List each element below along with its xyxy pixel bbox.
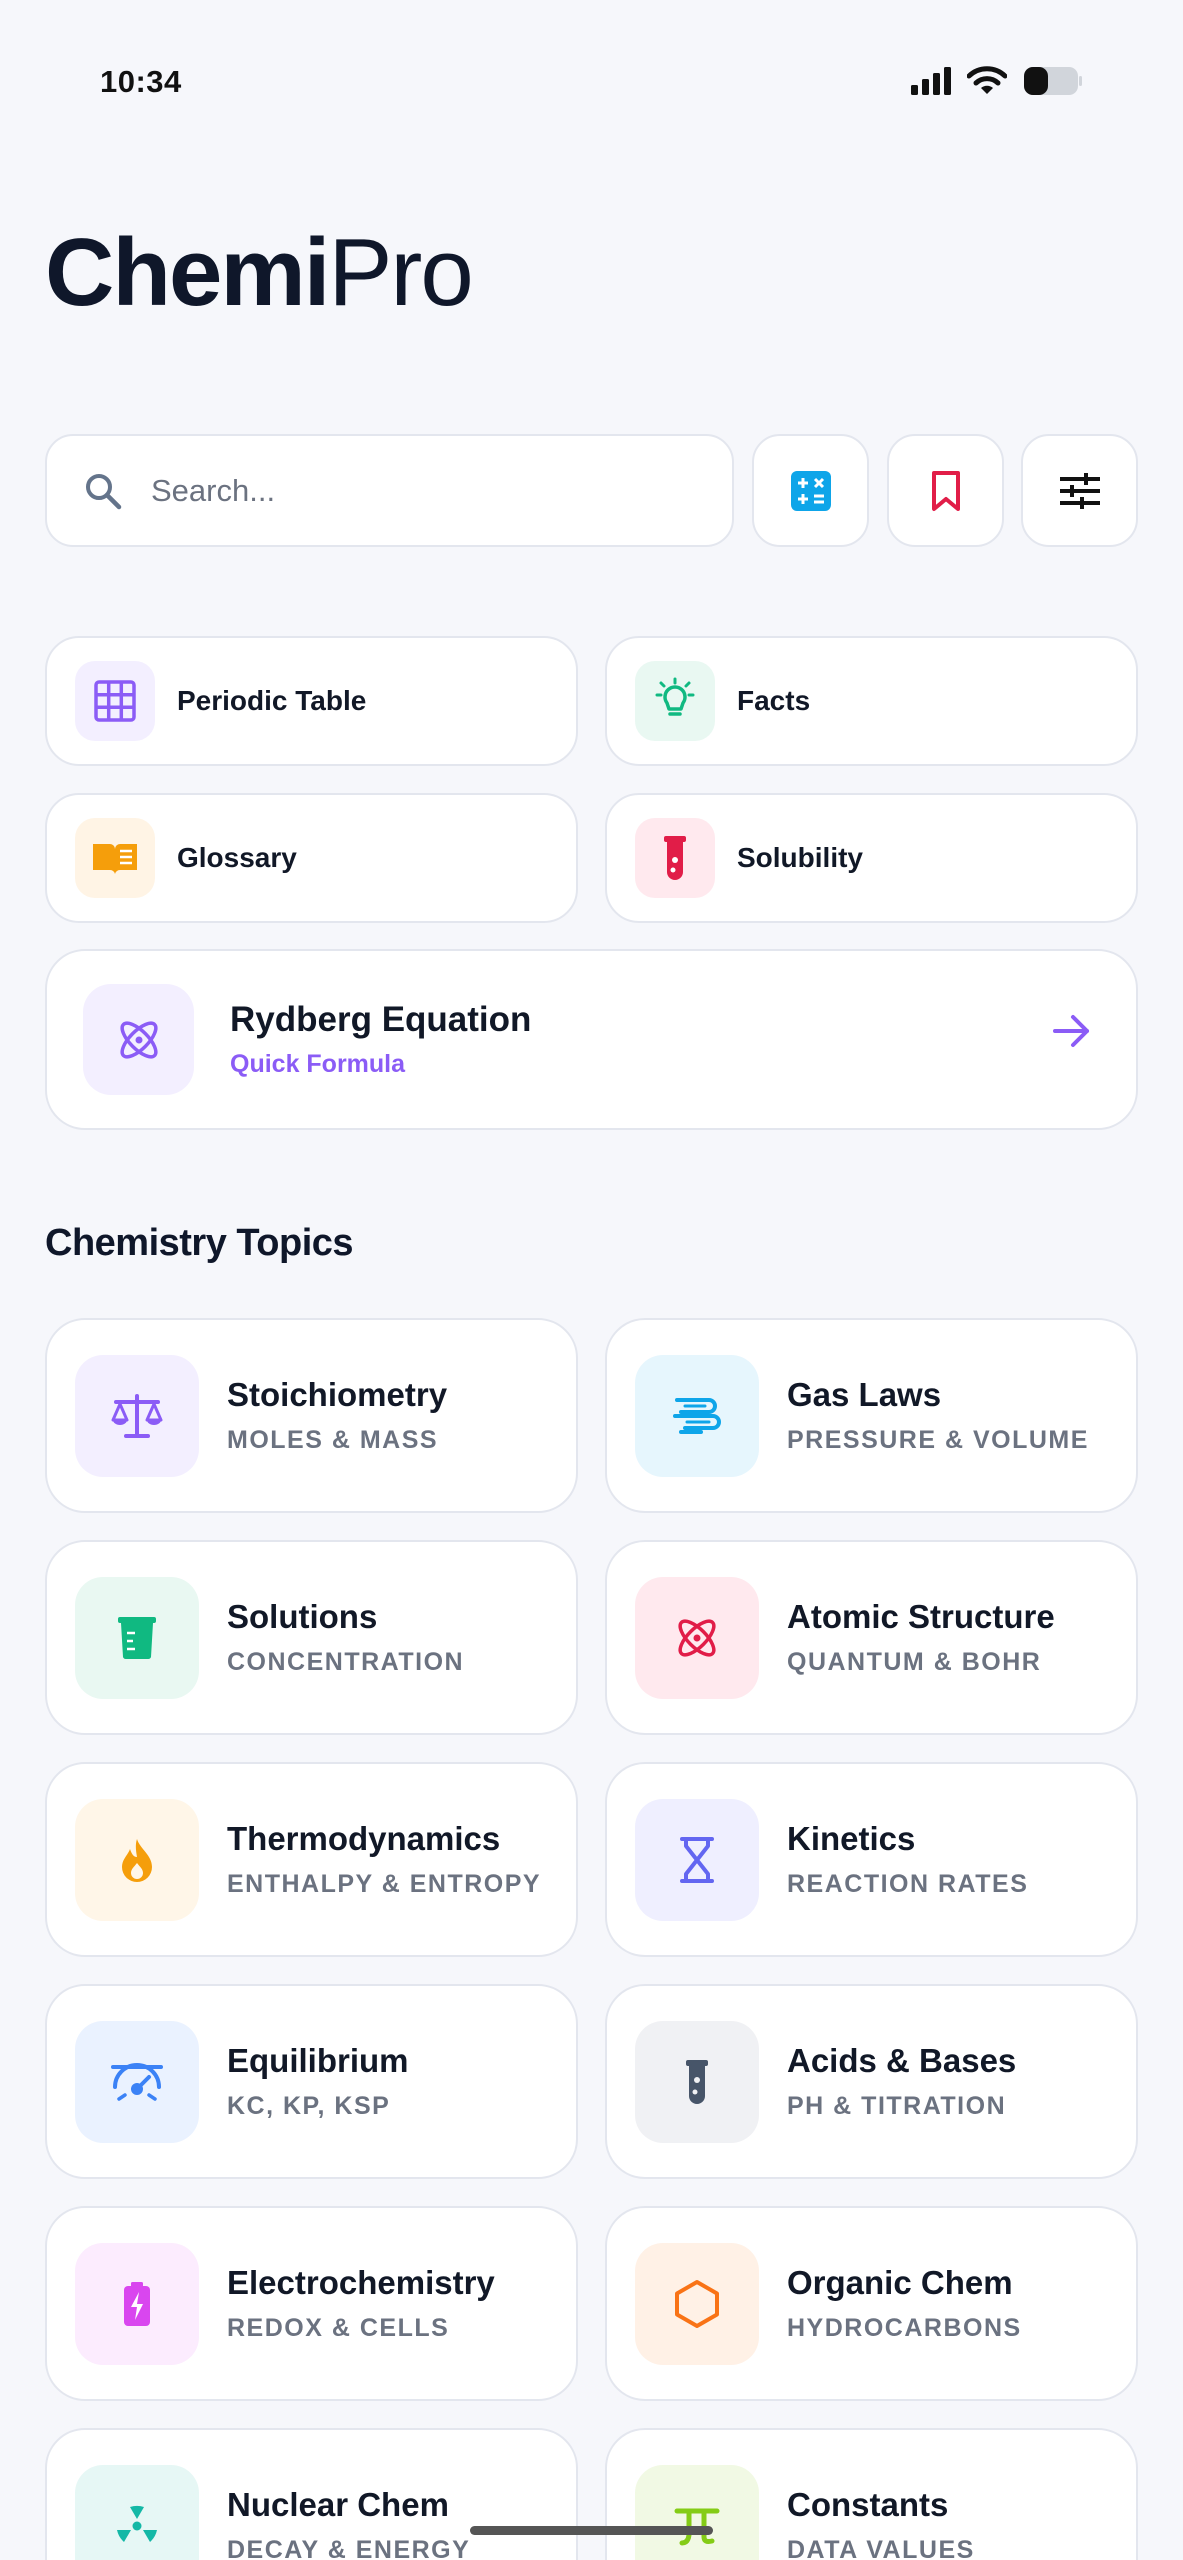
hexagon-icon <box>635 2242 759 2365</box>
search-input[interactable] <box>151 472 711 509</box>
topic-subtitle: REACTION RATES <box>787 1870 1029 1898</box>
status-icons <box>911 66 1083 96</box>
app-title-bold: Chemi <box>45 219 330 326</box>
gauge-icon <box>75 2020 199 2143</box>
calculator-button[interactable] <box>752 434 869 547</box>
filter-button[interactable] <box>1021 434 1138 547</box>
topic-card-gas-laws[interactable]: Gas Laws PRESSURE & VOLUME <box>605 1318 1138 1513</box>
topic-name: Electrochemistry <box>227 2264 495 2301</box>
formula-subtitle: Quick Formula <box>230 1050 406 1078</box>
scale-icon <box>75 1354 199 1477</box>
quick-link-label: Facts <box>737 685 811 716</box>
battery-icon <box>75 2242 199 2365</box>
topic-name: Atomic Structure <box>787 1598 1055 1635</box>
topic-card-atomic-structure[interactable]: Atomic Structure QUANTUM & BOHR <box>605 1540 1138 1735</box>
pi-icon <box>635 2464 759 2560</box>
topic-subtitle: PRESSURE & VOLUME <box>787 1426 1089 1454</box>
topic-card-electrochemistry[interactable]: Electrochemistry REDOX & CELLS <box>45 2206 578 2401</box>
battery-status-icon <box>1024 67 1082 95</box>
topic-subtitle: MOLES & MASS <box>227 1426 439 1454</box>
calculator-icon <box>790 470 831 511</box>
topic-subtitle: QUANTUM & BOHR <box>787 1648 1042 1676</box>
vial-icon <box>635 2020 759 2143</box>
quick-link-label: Solubility <box>737 842 863 873</box>
wind-icon <box>635 1354 759 1477</box>
quick-link-periodic-table[interactable]: Periodic Table <box>45 636 578 766</box>
topic-subtitle: PH & TITRATION <box>787 2092 1007 2120</box>
topic-subtitle: ENTHALPY & ENTROPY <box>227 1870 542 1898</box>
hourglass-icon <box>635 1798 759 1921</box>
topic-name: Solutions <box>227 1598 378 1635</box>
topic-name: Nuclear Chem <box>227 2486 449 2523</box>
search-icon <box>86 473 122 509</box>
topic-name: Organic Chem <box>787 2264 1013 2301</box>
app-title: ChemiPro <box>45 225 474 321</box>
quick-link-facts[interactable]: Facts <box>605 636 1138 766</box>
topic-subtitle: REDOX & CELLS <box>227 2314 450 2342</box>
formula-title: Rydberg Equation <box>230 1000 532 1039</box>
open-book-icon <box>75 818 155 898</box>
topic-card-kinetics[interactable]: Kinetics REACTION RATES <box>605 1762 1138 1957</box>
topic-subtitle: HYDROCARBONS <box>787 2314 1022 2342</box>
radiation-icon <box>75 2464 199 2560</box>
search-bar[interactable] <box>45 434 734 547</box>
flame-icon <box>75 1798 199 1921</box>
test-tube-icon <box>635 818 715 898</box>
beaker-icon <box>75 1576 199 1699</box>
topic-name: Thermodynamics <box>227 1820 501 1857</box>
atom-icon <box>635 1576 759 1699</box>
grid-icon <box>75 661 155 741</box>
home-indicator[interactable] <box>470 2526 713 2535</box>
topic-subtitle: DECAY & ENERGY <box>227 2536 471 2560</box>
topic-name: Acids & Bases <box>787 2042 1017 2079</box>
quick-formula-card[interactable]: Rydberg Equation Quick Formula <box>45 949 1138 1130</box>
topic-card-nuclear-chem[interactable]: Nuclear Chem DECAY & ENERGY <box>45 2428 578 2560</box>
bookmarks-button[interactable] <box>887 434 1004 547</box>
arrow-right-icon <box>1053 1015 1089 1047</box>
topic-subtitle: CONCENTRATION <box>227 1648 465 1676</box>
topic-name: Gas Laws <box>787 1376 942 1413</box>
section-title: Chemistry Topics <box>45 1222 354 1264</box>
topic-subtitle: DATA VALUES <box>787 2536 975 2560</box>
quick-link-label: Glossary <box>177 842 297 873</box>
atom-icon <box>83 984 194 1095</box>
topic-card-organic-chem[interactable]: Organic Chem HYDROCARBONS <box>605 2206 1138 2401</box>
topic-card-equilibrium[interactable]: Equilibrium KC, KP, KSP <box>45 1984 578 2179</box>
topic-subtitle: KC, KP, KSP <box>227 2092 391 2120</box>
topic-name: Constants <box>787 2486 949 2523</box>
quick-link-glossary[interactable]: Glossary <box>45 793 578 923</box>
quick-link-solubility[interactable]: Solubility <box>605 793 1138 923</box>
topic-card-acids-bases[interactable]: Acids & Bases PH & TITRATION <box>605 1984 1138 2179</box>
bookmark-icon <box>931 470 960 511</box>
wifi-icon <box>967 66 1007 94</box>
signal-icon <box>911 67 951 95</box>
sliders-icon <box>1059 472 1100 509</box>
topic-card-thermodynamics[interactable]: Thermodynamics ENTHALPY & ENTROPY <box>45 1762 578 1957</box>
topic-name: Equilibrium <box>227 2042 409 2079</box>
lightbulb-icon <box>635 661 715 741</box>
topic-name: Stoichiometry <box>227 1376 448 1413</box>
app-title-light: Pro <box>328 219 473 326</box>
status-time: 10:34 <box>100 64 182 99</box>
quick-link-label: Periodic Table <box>177 685 367 716</box>
status-bar: 10:34 <box>0 0 1183 170</box>
topic-card-solutions[interactable]: Solutions CONCENTRATION <box>45 1540 578 1735</box>
topic-name: Kinetics <box>787 1820 916 1857</box>
topic-card-stoichiometry[interactable]: Stoichiometry MOLES & MASS <box>45 1318 578 1513</box>
topic-card-constants[interactable]: Constants DATA VALUES <box>605 2428 1138 2560</box>
